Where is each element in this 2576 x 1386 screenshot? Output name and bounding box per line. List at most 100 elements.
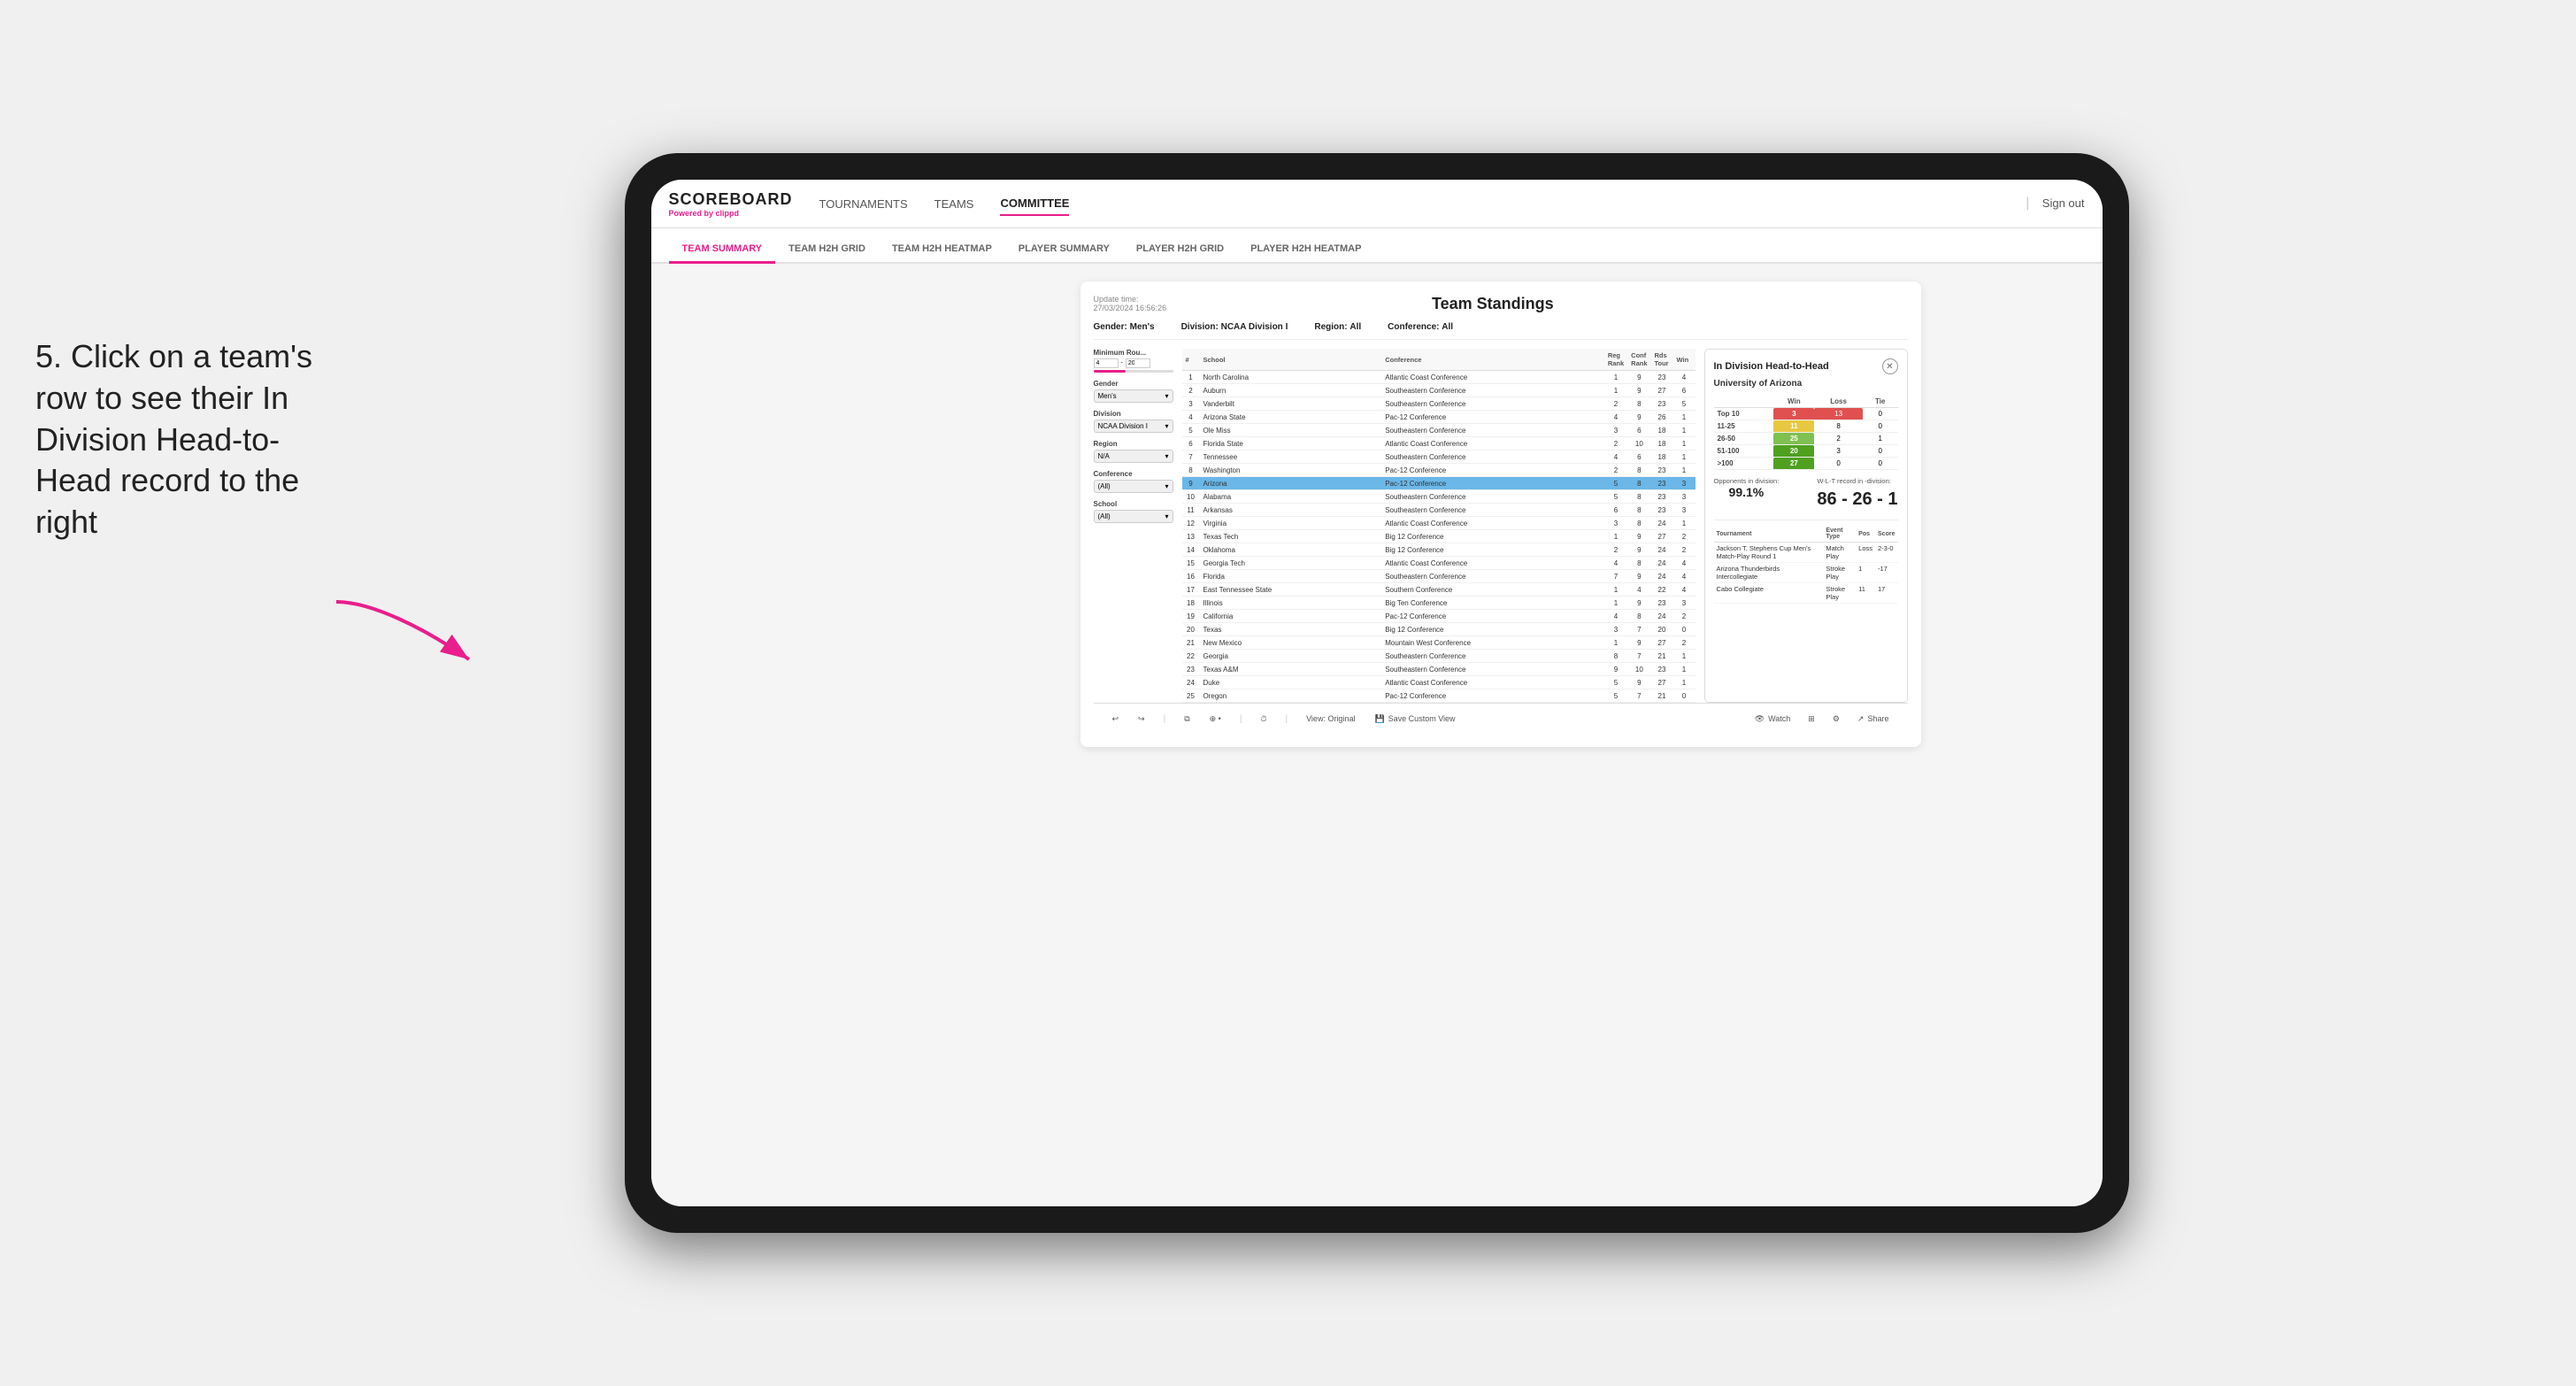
- cell-win: 3: [1673, 490, 1696, 504]
- t-col-pos: Pos: [1856, 526, 1875, 543]
- table-row[interactable]: 5 Ole Miss Southeastern Conference 3 6 1…: [1182, 424, 1696, 437]
- settings-btn[interactable]: ⚙: [1827, 712, 1845, 727]
- sub-nav-team-h2h-heatmap[interactable]: TEAM H2H HEATMAP: [879, 236, 1005, 264]
- filter-group-division: Division NCAA Division I ▾: [1094, 410, 1173, 433]
- cell-conference: Pac-12 Conference: [1381, 689, 1604, 703]
- view-original-btn[interactable]: View: Original: [1301, 712, 1360, 726]
- tournament-row[interactable]: Arizona Thunderbirds Intercollegiate Str…: [1714, 563, 1898, 583]
- cell-num: 12: [1182, 517, 1200, 530]
- opponents-label: Opponents in division: 99.1%: [1714, 477, 1780, 514]
- sub-nav-team-h2h-grid[interactable]: TEAM H2H GRID: [775, 236, 879, 264]
- h2h-row: 11-25 11 8 0: [1714, 420, 1898, 433]
- sub-nav-player-summary[interactable]: PLAYER SUMMARY: [1005, 236, 1123, 264]
- arrow-annotation: [319, 593, 496, 681]
- table-row[interactable]: 4 Arizona State Pac-12 Conference 4 9 26…: [1182, 411, 1696, 424]
- cell-conference: Southeastern Conference: [1381, 663, 1604, 676]
- sub-nav-player-h2h-grid[interactable]: PLAYER H2H GRID: [1123, 236, 1237, 264]
- cell-reg-rank: 1: [1604, 583, 1627, 597]
- cell-school: Texas A&M: [1200, 663, 1382, 676]
- cell-num: 16: [1182, 570, 1200, 583]
- cell-conference: Pac-12 Conference: [1381, 411, 1604, 424]
- cell-conf-rank: 8: [1627, 397, 1650, 411]
- table-row[interactable]: 11 Arkansas Southeastern Conference 6 8 …: [1182, 504, 1696, 517]
- nav-teams[interactable]: TEAMS: [934, 193, 974, 215]
- table-row[interactable]: 18 Illinois Big Ten Conference 1 9 23 3: [1182, 597, 1696, 610]
- cell-win: 0: [1673, 689, 1696, 703]
- cell-reg-rank: 4: [1604, 411, 1627, 424]
- table-row[interactable]: 7 Tennessee Southeastern Conference 4 6 …: [1182, 450, 1696, 464]
- nav-tournaments[interactable]: TOURNAMENTS: [819, 193, 908, 215]
- table-row[interactable]: 21 New Mexico Mountain West Conference 1…: [1182, 636, 1696, 650]
- table-row[interactable]: 1 North Carolina Atlantic Coast Conferen…: [1182, 371, 1696, 384]
- tournament-row[interactable]: Jackson T. Stephens Cup Men's Match-Play…: [1714, 543, 1898, 563]
- cell-num: 5: [1182, 424, 1200, 437]
- cell-reg-rank: 5: [1604, 689, 1627, 703]
- paste-btn[interactable]: ⊕ •: [1204, 712, 1226, 727]
- h2h-tie: 0: [1863, 445, 1898, 458]
- tournament-header-row: Tournament Event Type Pos Score: [1714, 526, 1898, 543]
- table-row[interactable]: 8 Washington Pac-12 Conference 2 8 23 1: [1182, 464, 1696, 477]
- sub-nav-team-summary[interactable]: TEAM SUMMARY: [669, 236, 776, 264]
- school-select[interactable]: (All) ▾: [1094, 510, 1173, 523]
- cell-conference: Southeastern Conference: [1381, 504, 1604, 517]
- table-row[interactable]: 2 Auburn Southeastern Conference 1 9 27 …: [1182, 384, 1696, 397]
- filter-group-school: School (All) ▾: [1094, 500, 1173, 523]
- col-school: School: [1200, 349, 1382, 371]
- h2h-loss: 13: [1814, 408, 1862, 420]
- table-row[interactable]: 6 Florida State Atlantic Coast Conferenc…: [1182, 437, 1696, 450]
- table-row[interactable]: 15 Georgia Tech Atlantic Coast Conferenc…: [1182, 557, 1696, 570]
- table-row[interactable]: 13 Texas Tech Big 12 Conference 1 9 27 2: [1182, 530, 1696, 543]
- min-rounds-min[interactable]: [1094, 358, 1119, 368]
- table-row[interactable]: 9 Arizona Pac-12 Conference 5 8 23 3: [1182, 477, 1696, 490]
- cell-num: 7: [1182, 450, 1200, 464]
- watch-btn[interactable]: 👁 Watch: [1749, 712, 1796, 727]
- table-row[interactable]: 22 Georgia Southeastern Conference 8 7 2…: [1182, 650, 1696, 663]
- tournament-row[interactable]: Cabo Collegiate Stroke Play 11 17: [1714, 583, 1898, 604]
- cell-num: 8: [1182, 464, 1200, 477]
- cell-conference: Atlantic Coast Conference: [1381, 676, 1604, 689]
- cell-conf-rank: 4: [1627, 583, 1650, 597]
- table-row[interactable]: 12 Virginia Atlantic Coast Conference 3 …: [1182, 517, 1696, 530]
- logo-text: SCOREBOARD: [669, 190, 793, 209]
- cell-school: North Carolina: [1200, 371, 1382, 384]
- gender-label: Gender: [1094, 380, 1173, 388]
- nav-committee[interactable]: COMMITTEE: [1000, 192, 1069, 216]
- clock-btn[interactable]: ⏱: [1255, 712, 1272, 727]
- table-row[interactable]: 20 Texas Big 12 Conference 3 7 20 0: [1182, 623, 1696, 636]
- cell-school: Texas Tech: [1200, 530, 1382, 543]
- copy-btn[interactable]: ⧉: [1179, 712, 1195, 727]
- min-rounds-slider[interactable]: [1094, 370, 1173, 373]
- cell-conf-rank: 9: [1627, 530, 1650, 543]
- cell-reg-rank: 4: [1604, 450, 1627, 464]
- h2h-col-tie: Tie: [1863, 396, 1898, 408]
- redo-btn[interactable]: ↪: [1133, 712, 1150, 727]
- gender-select[interactable]: Men's ▾: [1094, 389, 1173, 403]
- min-rounds-max[interactable]: [1126, 358, 1150, 368]
- table-row[interactable]: 3 Vanderbilt Southeastern Conference 2 8…: [1182, 397, 1696, 411]
- sub-nav-player-h2h-heatmap[interactable]: PLAYER H2H HEATMAP: [1237, 236, 1374, 264]
- cell-win: 3: [1673, 477, 1696, 490]
- table-row[interactable]: 14 Oklahoma Big 12 Conference 2 9 24 2: [1182, 543, 1696, 557]
- table-row[interactable]: 17 East Tennessee State Southern Confere…: [1182, 583, 1696, 597]
- display-btn[interactable]: ⊞: [1803, 712, 1820, 727]
- region-select[interactable]: N/A ▾: [1094, 450, 1173, 463]
- h2h-loss: 0: [1814, 458, 1862, 470]
- table-row[interactable]: 25 Oregon Pac-12 Conference 5 7 21 0: [1182, 689, 1696, 703]
- right-panel: In Division Head-to-Head ✕ University of…: [1704, 349, 1908, 703]
- save-custom-btn[interactable]: 💾 Save Custom View: [1369, 712, 1460, 727]
- cell-school: Florida: [1200, 570, 1382, 583]
- share-btn[interactable]: ↗ Share: [1852, 712, 1895, 727]
- table-row[interactable]: 23 Texas A&M Southeastern Conference 9 1…: [1182, 663, 1696, 676]
- conference-select[interactable]: (All) ▾: [1094, 480, 1173, 493]
- table-row[interactable]: 24 Duke Atlantic Coast Conference 5 9 27…: [1182, 676, 1696, 689]
- close-button[interactable]: ✕: [1882, 358, 1898, 374]
- table-row[interactable]: 10 Alabama Southeastern Conference 5 8 2…: [1182, 490, 1696, 504]
- sign-out-btn[interactable]: Sign out: [2042, 196, 2085, 210]
- undo-btn[interactable]: ↩: [1107, 712, 1125, 727]
- table-row[interactable]: 19 California Pac-12 Conference 4 8 24 2: [1182, 610, 1696, 623]
- table-row[interactable]: 16 Florida Southeastern Conference 7 9 2…: [1182, 570, 1696, 583]
- division-select[interactable]: NCAA Division I ▾: [1094, 420, 1173, 433]
- cell-conf-rank: 7: [1627, 650, 1650, 663]
- h2h-tie: 1: [1863, 433, 1898, 445]
- opponents-value: 99.1%: [1714, 485, 1780, 499]
